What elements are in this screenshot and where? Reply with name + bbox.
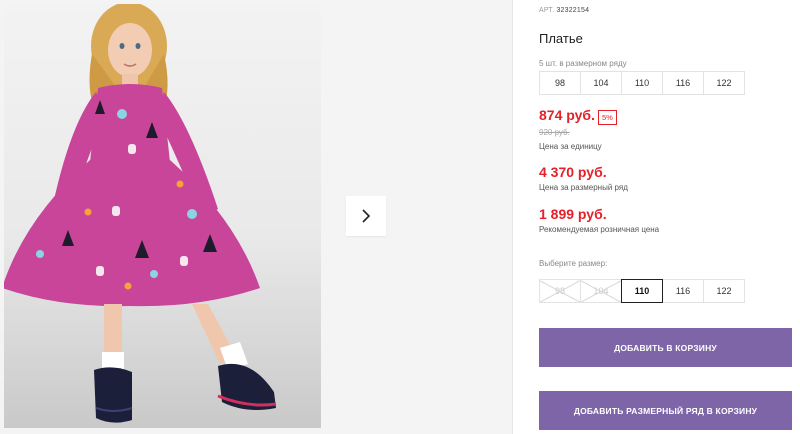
size-row-hint: 5 шт. в размерном ряду	[539, 59, 627, 68]
size-row-list: 98 104 110 116 122	[539, 71, 745, 95]
product-page: АРТ. 32322154 Платье 5 шт. в размерном р…	[0, 0, 800, 434]
add-to-cart-button[interactable]: ДОБАВИТЬ В КОРЗИНУ	[539, 328, 792, 367]
product-photo[interactable]	[4, 4, 321, 428]
size-option-98: 98	[539, 279, 581, 303]
size-row-item: 122	[703, 71, 745, 95]
product-title: Платье	[539, 31, 583, 46]
size-row-item: 110	[621, 71, 663, 95]
girl-in-dress-image	[4, 4, 277, 423]
row-price: 4 370 руб.	[539, 164, 607, 180]
size-option-104: 104	[580, 279, 622, 303]
panel-divider	[512, 0, 513, 434]
add-size-row-to-cart-button[interactable]: ДОБАВИТЬ РАЗМЕРНЫЙ РЯД В КОРЗИНУ	[539, 391, 792, 430]
size-picker: 98 104 110 116 122	[539, 279, 745, 303]
size-option-122[interactable]: 122	[703, 279, 745, 303]
rrp-price-label: Рекомендуемая розничная цена	[539, 225, 660, 234]
discount-badge: 5%	[598, 110, 617, 125]
size-option-110[interactable]: 110	[621, 279, 663, 303]
unit-price-label: Цена за единицу	[539, 142, 602, 151]
chevron-right-icon	[362, 209, 371, 223]
row-price-label: Цена за размерный ряд	[539, 183, 628, 192]
size-picker-label: Выберите размер:	[539, 259, 608, 268]
gallery-next-button[interactable]	[346, 196, 386, 236]
size-row-item: 116	[662, 71, 704, 95]
article-value: 32322154	[556, 7, 590, 14]
article-number: АРТ. 32322154	[539, 7, 589, 14]
size-option-116[interactable]: 116	[662, 279, 704, 303]
old-price: 920 руб.	[539, 128, 570, 137]
size-row-item: 104	[580, 71, 622, 95]
article-label: АРТ.	[539, 7, 555, 14]
unit-price: 874 руб.	[539, 107, 595, 123]
size-row-item: 98	[539, 71, 581, 95]
rrp-price: 1 899 руб.	[539, 206, 607, 222]
product-gallery	[0, 0, 512, 434]
